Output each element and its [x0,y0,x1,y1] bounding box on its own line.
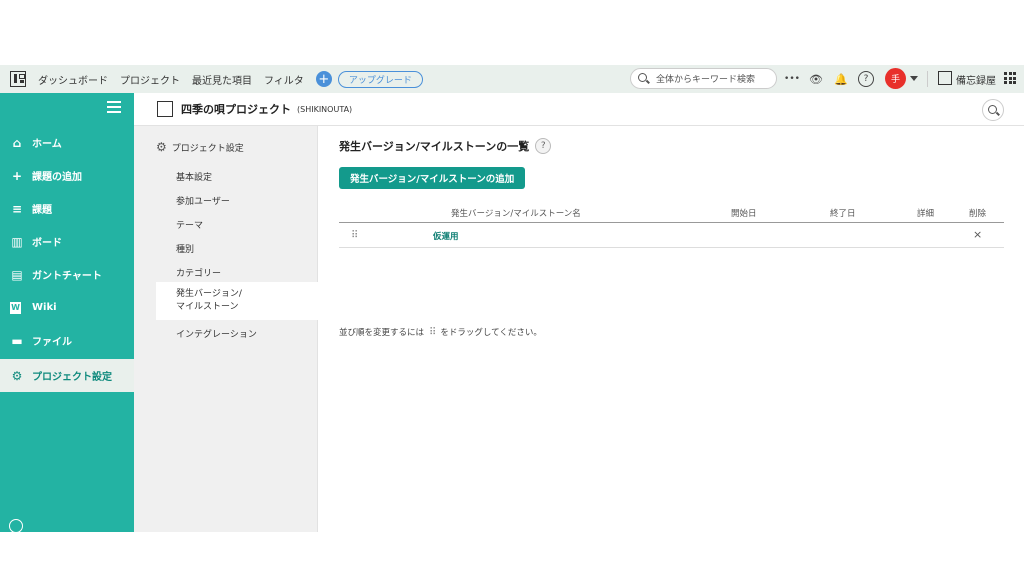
global-search-input[interactable]: 全体からキーワード検索 [630,68,777,89]
column-header-detail: 詳細 [917,209,935,219]
sidebar-item-label: ガントチャート [32,271,102,282]
settings-nav-categories[interactable]: カテゴリー [156,266,318,279]
main-content: 発生バージョン/マイルストーンの一覧 ? 発生バージョン/マイルストーンの追加 … [318,126,1024,532]
help-icon[interactable]: ? [535,138,552,154]
gantt-chart-icon: ▤ [11,267,23,282]
settings-nav-versions-line1: 発生バージョン/ [176,289,242,299]
sidebar-item-home[interactable]: ⌂ ホーム [0,126,134,159]
project-search-button[interactable] [982,99,1004,121]
settings-nav-members[interactable]: 参加ユーザー [156,194,318,207]
app-frame: ダッシュボード プロジェクト 最近見た項目 フィルタ + アップグレード 全体か… [0,65,1024,532]
app-grid-icon[interactable] [1004,72,1016,84]
global-header: ダッシュボード プロジェクト 最近見た項目 フィルタ + アップグレード 全体か… [0,65,1024,93]
sidebar-item-label: プロジェクト設定 [32,372,112,383]
milestone-table: 発生バージョン/マイルストーン名 開始日 終了日 詳細 削除 ⠿ 仮運用 × [339,201,1004,248]
backlog-logo-icon[interactable] [10,71,26,87]
search-icon [988,105,1000,117]
column-header-start-date: 開始日 [731,209,757,219]
watch-eye-icon[interactable]: 👁 [808,71,824,87]
reorder-hint-after: をドラッグしてください。 [440,328,542,338]
file-icon: ▬ [11,333,23,348]
table-row: ⠿ 仮運用 × [339,223,1004,248]
add-version-milestone-button[interactable]: 発生バージョン/マイルストーンの追加 [339,167,526,189]
sidebar-item-label: Wiki [32,302,57,313]
help-icon[interactable]: ? [858,71,874,87]
settings-nav-title-label: プロジェクト設定 [171,143,244,154]
home-icon: ⌂ [12,135,22,150]
space-logo-icon[interactable] [938,71,952,85]
settings-nav: ⚙ プロジェクト設定 基本設定 参加ユーザー テーマ 種別 カテゴリー 発生バー… [134,126,318,532]
more-icon[interactable]: ••• [784,71,800,87]
add-plus-icon[interactable]: + [315,71,332,87]
delete-icon[interactable]: × [973,228,982,241]
settings-nav-integrations[interactable]: インテグレーション [156,327,318,340]
sidebar-footer-icon[interactable] [9,519,23,532]
settings-nav-versions-line2: マイルストーン [176,302,239,312]
list-icon: ≡ [11,201,23,216]
chevron-down-icon[interactable] [910,76,918,81]
sidebar-item-files[interactable]: ▬ ファイル [0,324,134,357]
project-header: 四季の唄プロジェクト (SHIKINOUTA) [134,93,1024,126]
sidebar-item-label: 課題 [32,205,52,216]
sidebar: ⌂ ホーム + 課題の追加 ≡ 課題 ▥ ボード ▤ ガントチャート W Wik… [0,93,134,532]
upgrade-button[interactable]: アップグレード [337,70,423,88]
sidebar-item-gantt[interactable]: ▤ ガントチャート [0,258,134,291]
sidebar-item-label: ボード [32,238,62,249]
reorder-hint-before: 並び順を変更するには [339,328,425,338]
drag-handle-icon: ⠿ [429,327,436,338]
space-name[interactable]: 備忘録屋 [956,72,996,87]
settings-nav-theme[interactable]: テーマ [156,218,318,231]
search-placeholder: 全体からキーワード検索 [656,75,756,85]
page-title-text: 発生バージョン/マイルストーンの一覧 [339,140,530,153]
settings-nav-issue-types[interactable]: 種別 [156,242,318,255]
nav-dashboard[interactable]: ダッシュボード [38,72,108,87]
sidebar-item-label: ファイル [32,337,72,348]
settings-nav-versions-milestones[interactable]: 発生バージョン/ マイルストーン [156,282,318,320]
sidebar-item-wiki[interactable]: W Wiki [0,291,134,324]
nav-filter[interactable]: フィルタ [264,72,304,87]
column-header-delete: 削除 [969,209,987,219]
drag-handle-icon[interactable]: ⠿ [351,230,358,241]
menu-toggle-icon[interactable] [107,101,121,113]
column-header-name: 発生バージョン/マイルストーン名 [451,209,581,219]
gear-icon: ⚙ [11,368,23,383]
settings-nav-basic[interactable]: 基本設定 [156,170,318,183]
nav-projects[interactable]: プロジェクト [120,72,180,87]
table-header: 発生バージョン/マイルストーン名 開始日 終了日 詳細 削除 [339,201,1004,223]
user-avatar[interactable]: 手 [885,68,906,89]
nav-recently-viewed[interactable]: 最近見た項目 [192,72,252,87]
sidebar-item-board[interactable]: ▥ ボード [0,225,134,258]
gear-icon: ⚙ [156,140,167,154]
page-title: 発生バージョン/マイルストーンの一覧 ? [339,138,552,154]
column-header-end-date: 終了日 [830,209,856,219]
notification-bell-icon[interactable]: 🔔 [833,71,849,87]
sidebar-item-project-settings[interactable]: ⚙ プロジェクト設定 [0,359,134,392]
settings-nav-title: ⚙ プロジェクト設定 [156,140,244,154]
reorder-hint: 並び順を変更するには ⠿ をドラッグしてください。 [339,326,542,338]
divider [927,71,928,87]
plus-icon: + [11,168,23,183]
project-key: (SHIKINOUTA) [297,104,353,114]
sidebar-item-label: ホーム [32,139,62,150]
project-icon [157,101,173,117]
sidebar-item-add-issue[interactable]: + 課題の追加 [0,159,134,192]
sidebar-item-label: 課題の追加 [32,172,82,183]
wiki-icon: W [10,301,21,314]
search-icon [638,72,650,85]
board-icon: ▥ [11,234,23,249]
project-title[interactable]: 四季の唄プロジェクト [181,101,291,117]
sidebar-item-issues[interactable]: ≡ 課題 [0,192,134,225]
milestone-name-link[interactable]: 仮運用 [433,230,459,242]
